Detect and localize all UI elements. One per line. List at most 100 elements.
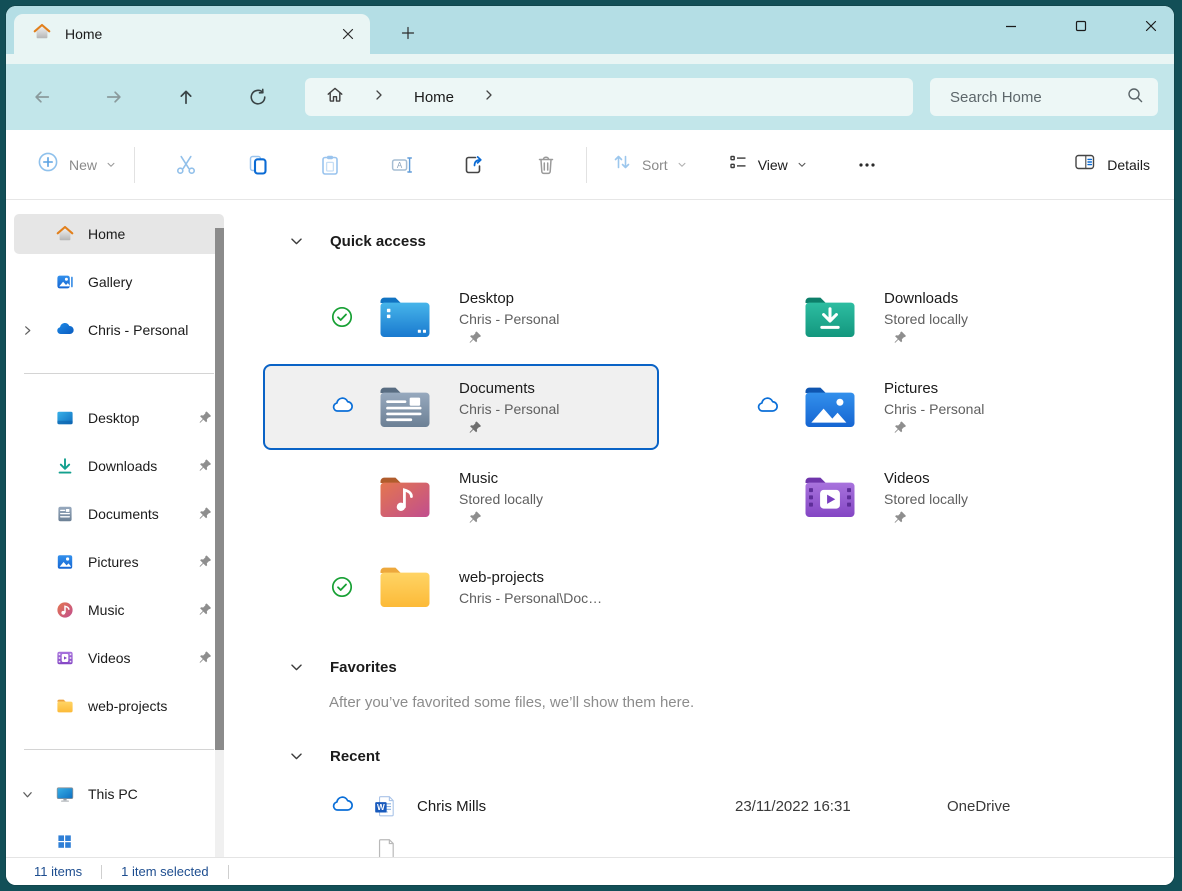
search-box[interactable] [930,78,1158,116]
file-explorer-window: Home [6,6,1174,885]
sidebar-item-label: Music [88,602,125,618]
sidebar-item-web-projects[interactable]: web-projects [14,686,224,726]
item-subtitle: Stored locally [459,489,543,509]
sidebar-item-label: Videos [88,650,131,666]
new-tab-button[interactable] [393,18,423,48]
sort-button[interactable]: Sort [611,151,687,178]
pin-icon [459,420,559,436]
recent-file-name: Chris Mills [417,798,735,815]
sidebar-item-label: Pictures [88,554,139,570]
tile-web-projects[interactable]: web-projects Chris - Personal\Doc… [263,544,659,630]
recent-header[interactable]: Recent [232,743,1174,769]
delete-button[interactable] [524,143,568,187]
tile-desktop[interactable]: Desktop Chris - Personal [263,274,659,360]
back-button[interactable] [20,75,64,119]
favorites-header[interactable]: Favorites [232,654,1174,680]
rename-button[interactable]: A [380,143,424,187]
tab-bar: Home [6,6,1174,54]
pin-icon [197,458,212,473]
search-icon[interactable] [1126,86,1144,109]
forward-button[interactable] [92,75,136,119]
sidebar-item-label: Home [88,226,125,242]
pin-icon [459,330,559,346]
section-title: Recent [330,748,380,765]
refresh-button[interactable] [236,75,280,119]
recent-file-row-partial[interactable] [232,837,1174,857]
music-icon [55,600,75,620]
tab-strip [6,54,1174,64]
tile-videos[interactable]: Videos Stored locally [688,454,1084,540]
tab-title: Home [65,26,102,42]
sidebar-item-downloads[interactable]: Downloads [14,446,224,486]
sidebar-item-drive-partial[interactable] [14,822,224,857]
chevron-down-icon[interactable] [290,661,303,674]
sidebar-item-pictures[interactable]: Pictures [14,542,224,582]
pin-icon [884,510,968,526]
item-subtitle: Chris - Personal\Doc… [459,588,602,608]
sidebar-item-documents[interactable]: Documents [14,494,224,534]
sidebar-item-onedrive[interactable]: Chris - Personal [14,310,224,350]
tab-home[interactable]: Home [14,14,370,54]
maximize-button[interactable] [1058,9,1104,43]
sidebar-item-gallery[interactable]: Gallery [14,262,224,302]
tile-documents[interactable]: Documents Chris - Personal [263,364,659,450]
view-button[interactable]: View [727,151,807,178]
tile-music[interactable]: Music Stored locally [263,454,659,540]
sidebar-scrollbar-thumb[interactable] [215,228,224,750]
chevron-down-icon[interactable] [290,235,303,248]
navigation-bar: Home [6,64,1174,130]
search-input[interactable] [948,88,1126,107]
sidebar-item-label: web-projects [88,698,167,714]
chevron-down-icon[interactable] [290,750,303,763]
details-button[interactable]: Details [1073,150,1150,179]
item-name: Music [459,468,543,489]
home-icon [32,22,52,47]
toolbar-separator [134,147,135,183]
item-subtitle: Chris - Personal [459,309,559,329]
tab-close-button[interactable] [334,20,362,48]
tile-downloads[interactable]: Downloads Stored locally [688,274,1084,360]
cloud-status-icon [329,793,355,819]
see-more-button[interactable] [845,143,889,187]
minimize-button[interactable] [988,9,1034,43]
pictures-icon [55,552,75,572]
item-name: Documents [459,378,559,399]
details-pane-icon [1073,150,1097,179]
quick-access-header[interactable]: Quick access [232,228,1174,254]
sidebar-item-this-pc[interactable]: This PC [14,774,224,814]
sidebar-item-music[interactable]: Music [14,590,224,630]
new-button[interactable]: New [36,150,116,179]
paste-button[interactable] [308,143,352,187]
sidebar-scrollbar-track[interactable] [215,750,224,857]
copy-button[interactable] [236,143,280,187]
sync-ok-icon [329,574,355,600]
breadcrumb-home[interactable]: Home [414,89,454,106]
sidebar-item-label: Downloads [88,458,157,474]
sidebar-item-label: Desktop [88,410,139,426]
breadcrumb-chevron-icon[interactable] [484,88,494,106]
new-button-label: New [69,157,97,173]
chevron-right-icon[interactable] [20,325,34,336]
tile-pictures[interactable]: Pictures Chris - Personal [688,364,1084,450]
close-button[interactable] [1128,9,1174,43]
sidebar-item-home[interactable]: Home [14,214,224,254]
onedrive-cloud-icon [55,320,75,340]
sidebar-item-desktop[interactable]: Desktop [14,398,224,438]
view-button-label: View [758,157,788,173]
sidebar-item-label: Gallery [88,274,132,290]
chevron-down-icon[interactable] [20,789,34,800]
sidebar-item-videos[interactable]: Videos [14,638,224,678]
videos-folder-icon [802,474,858,521]
up-button[interactable] [164,75,208,119]
status-bar: 11 items 1 item selected [6,857,1174,885]
cut-button[interactable] [164,143,208,187]
breadcrumb-home-icon[interactable] [325,85,345,110]
pin-icon [884,330,968,346]
view-icon [727,151,749,178]
pin-icon [884,420,984,436]
recent-file-row[interactable]: W Chris Mills 23/11/2022 16:31 OneDrive [232,789,1174,823]
share-button[interactable] [452,143,496,187]
pin-icon [197,506,212,521]
downloads-folder-icon [802,294,858,341]
address-bar[interactable]: Home [305,78,913,116]
